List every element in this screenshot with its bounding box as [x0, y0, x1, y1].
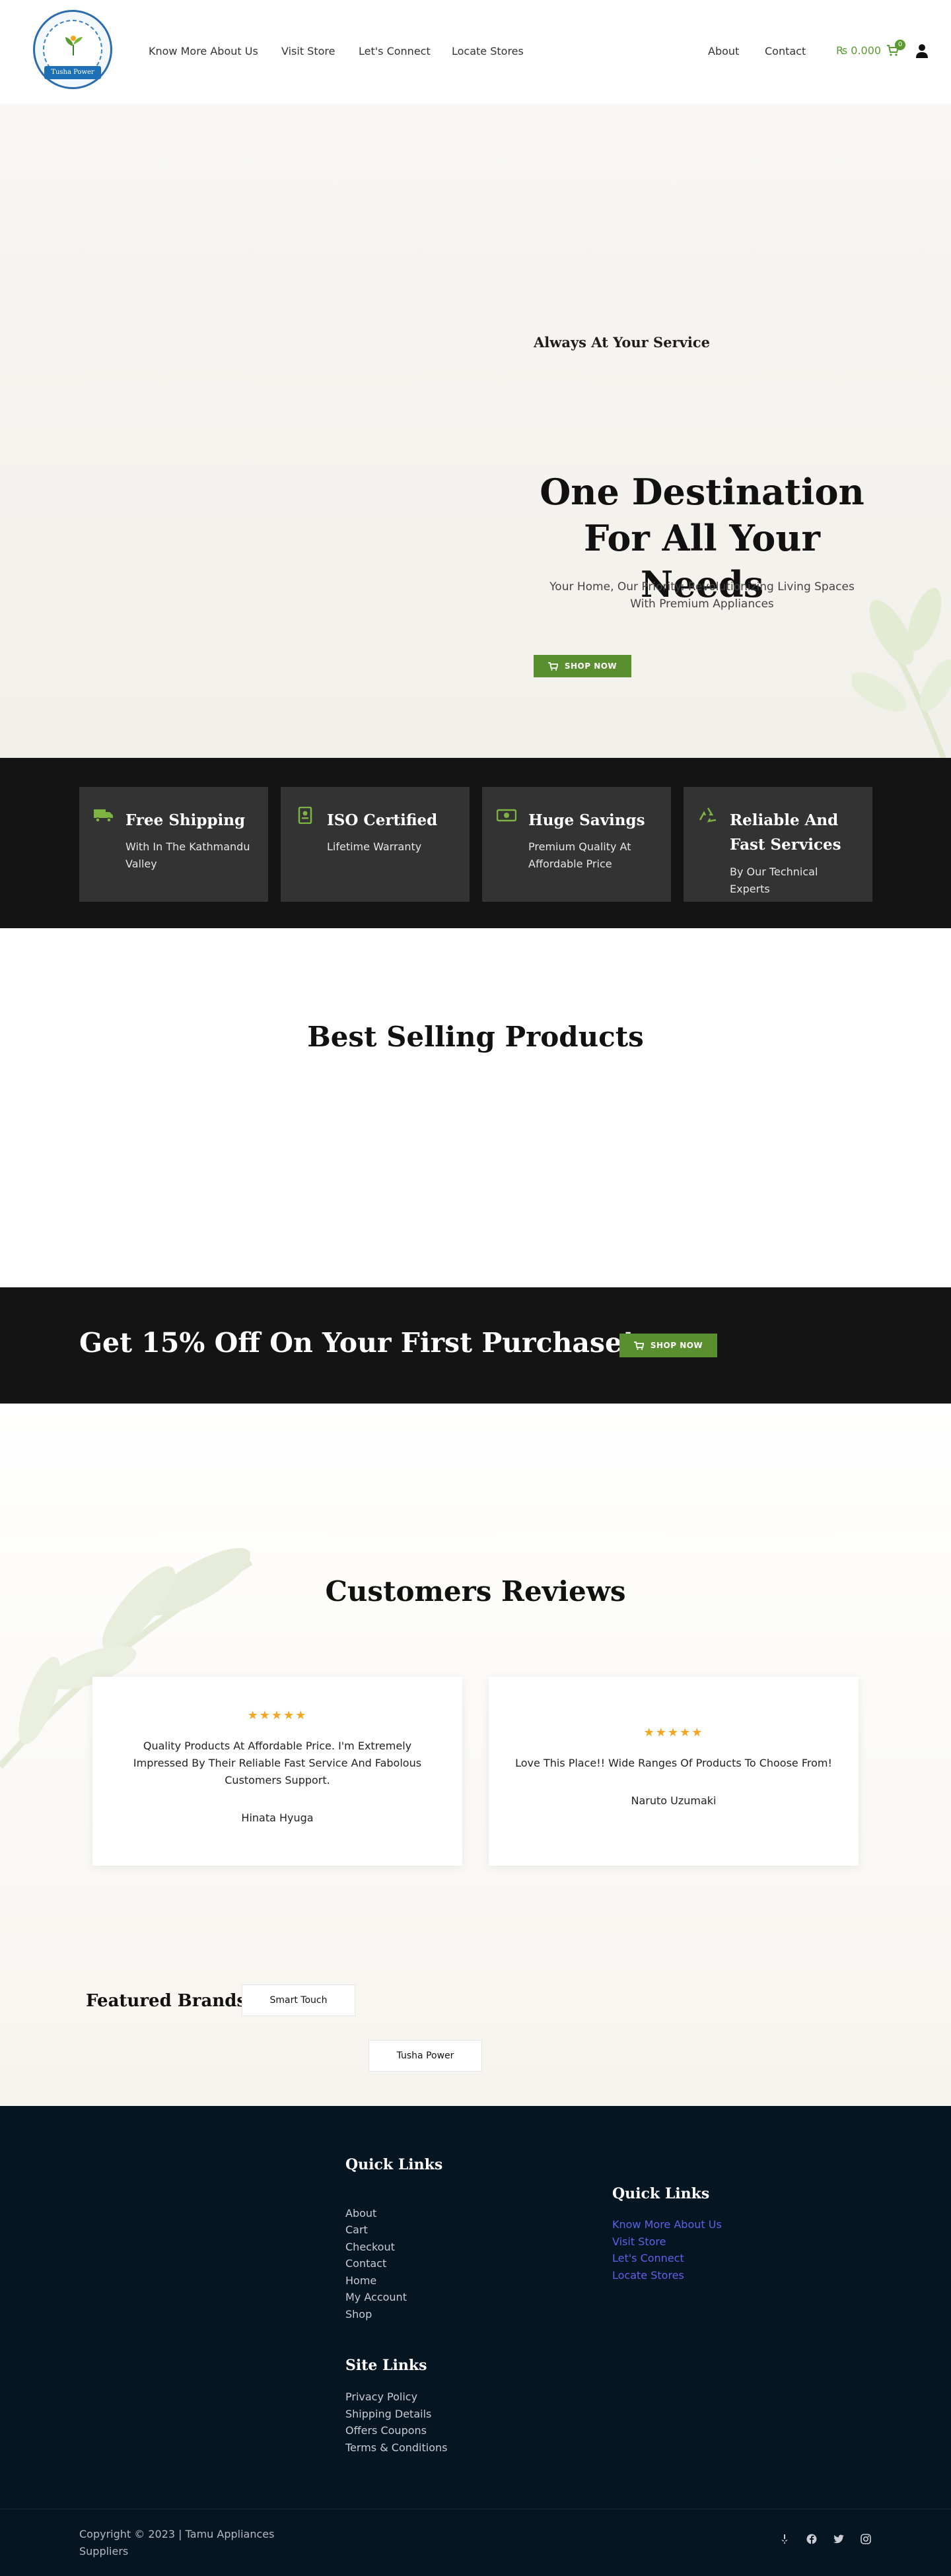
feature-card-services: Reliable And Fast Services By Our Techni… — [684, 787, 872, 902]
cart-amount[interactable]: ₨ 0.000 — [836, 44, 881, 57]
review-card: ★★★★★ Quality Products At Affordable Pri… — [92, 1677, 462, 1866]
nav-visit-store[interactable]: Visit Store — [281, 45, 335, 57]
footer-link-shipping[interactable]: Shipping Details — [345, 2406, 431, 2423]
site-footer: Quick Links About Cart Checkout Contact … — [0, 2106, 951, 2576]
brand-smart-touch[interactable]: Smart Touch — [242, 1984, 355, 2016]
site-header: Tusha Power Know More About Us Visit Sto… — [0, 0, 951, 104]
footer-link-shop[interactable]: Shop — [345, 2306, 372, 2323]
sprout-icon — [65, 36, 83, 55]
facebook-icon[interactable] — [806, 2534, 817, 2544]
hero-subtitle: Your Home, Our Priority: Revolutionizing… — [549, 580, 855, 611]
section-title: Best Selling Products — [307, 1021, 644, 1053]
promo-banner: Get 15% Off On Your First Purchase! SHOP… — [0, 1287, 951, 1404]
feature-desc: By Our Technical Experts — [730, 865, 818, 895]
user-icon[interactable] — [915, 44, 929, 58]
footer-link-coupons[interactable]: Offers Coupons — [345, 2422, 427, 2439]
nav-contact[interactable]: Contact — [765, 45, 806, 57]
reviewer-name: Hinata Hyuga — [241, 1812, 314, 1824]
logo-ribbon: Tusha Power — [44, 66, 101, 79]
footer-heading: Site Links — [345, 2357, 427, 2374]
footer-link-checkout[interactable]: Checkout — [345, 2239, 395, 2256]
footer-link-terms[interactable]: Terms & Conditions — [345, 2439, 447, 2457]
cart-icon — [633, 1341, 644, 1350]
rating-stars: ★★★★★ — [247, 1709, 308, 1722]
certificate-icon — [298, 807, 312, 824]
promo-shop-now-button[interactable]: SHOP NOW — [619, 1334, 717, 1357]
best-selling-section: Best Selling Products — [0, 928, 951, 1287]
feature-desc: Lifetime Warranty — [327, 840, 422, 853]
footer-link-my-account[interactable]: My Account — [345, 2289, 407, 2306]
footer-link-visit-store[interactable]: Visit Store — [612, 2233, 666, 2251]
rating-stars: ★★★★★ — [643, 1726, 704, 1740]
footer-link-cart[interactable]: Cart — [345, 2221, 368, 2239]
feature-card-savings: Huge Savings Premium Quality At Affordab… — [482, 787, 671, 902]
feature-title: Huge Savings — [528, 811, 645, 829]
money-icon — [497, 809, 516, 822]
footer-heading: Quick Links — [345, 2156, 443, 2173]
nav-know-more[interactable]: Know More About Us — [149, 45, 258, 57]
footer-heading: Quick Links — [612, 2185, 710, 2202]
promo-shop-now-label: SHOP NOW — [650, 1341, 703, 1350]
feature-title: ISO Certified — [327, 811, 438, 829]
review-card: ★★★★★ Love This Place!! Wide Ranges Of P… — [489, 1677, 859, 1866]
hero-shop-now-label: SHOP NOW — [564, 661, 617, 671]
section-title: Customers Reviews — [325, 1575, 626, 1608]
hero-shop-now-button[interactable]: SHOP NOW — [534, 655, 631, 677]
feature-desc: With In The Kathmandu Valley — [125, 840, 250, 870]
feature-desc: Premium Quality At Affordable Price — [528, 840, 631, 870]
footer-link-know-more[interactable]: Know More About Us — [612, 2216, 722, 2233]
nav-lets-connect[interactable]: Let's Connect — [359, 45, 431, 57]
footer-link-locate-stores[interactable]: Locate Stores — [612, 2267, 684, 2284]
reviewer-name: Naruto Uzumaki — [631, 1794, 717, 1807]
nav-about[interactable]: About — [708, 45, 739, 57]
reviews-section: Customers Reviews ★★★★★ Quality Products… — [0, 1404, 951, 2106]
feature-title: Reliable And Fast Services — [730, 811, 841, 854]
instagram-icon[interactable] — [861, 2534, 871, 2544]
truck-icon — [94, 809, 113, 823]
hero-section: Always At Your Service One Destination F… — [0, 104, 951, 758]
hero-kicker: Always At Your Service — [534, 334, 710, 351]
promo-title: Get 15% Off On Your First Purchase! — [79, 1327, 635, 1359]
yelp-icon[interactable] — [779, 2534, 790, 2544]
cart-icon — [547, 661, 558, 671]
features-strip: Free Shipping With In The Kathmandu Vall… — [0, 758, 951, 928]
recycle-icon — [699, 807, 717, 823]
footer-link-contact[interactable]: Contact — [345, 2255, 386, 2272]
feature-card-iso: ISO Certified Lifetime Warranty — [281, 787, 470, 902]
review-text: Quality Products At Affordable Price. I'… — [133, 1740, 422, 1786]
review-text: Love This Place!! Wide Ranges Of Product… — [515, 1757, 832, 1769]
twitter-icon[interactable] — [833, 2534, 844, 2544]
featured-brands-label: Featured Brands: — [86, 1991, 253, 2011]
footer-link-lets-connect[interactable]: Let's Connect — [612, 2250, 684, 2267]
feature-title: Free Shipping — [125, 811, 246, 829]
cart-count-badge: 0 — [895, 40, 905, 50]
feature-card-shipping: Free Shipping With In The Kathmandu Vall… — [79, 787, 268, 902]
nav-locate-stores[interactable]: Locate Stores — [452, 45, 524, 57]
site-logo[interactable]: Tusha Power — [33, 10, 112, 89]
footer-link-about[interactable]: About — [345, 2205, 376, 2222]
brand-tusha-power[interactable]: Tusha Power — [369, 2040, 482, 2072]
footer-link-privacy[interactable]: Privacy Policy — [345, 2389, 417, 2406]
footer-link-home[interactable]: Home — [345, 2272, 376, 2289]
copyright-text: Copyright © 2023 | Tamu Appliances Suppl… — [79, 2528, 275, 2558]
